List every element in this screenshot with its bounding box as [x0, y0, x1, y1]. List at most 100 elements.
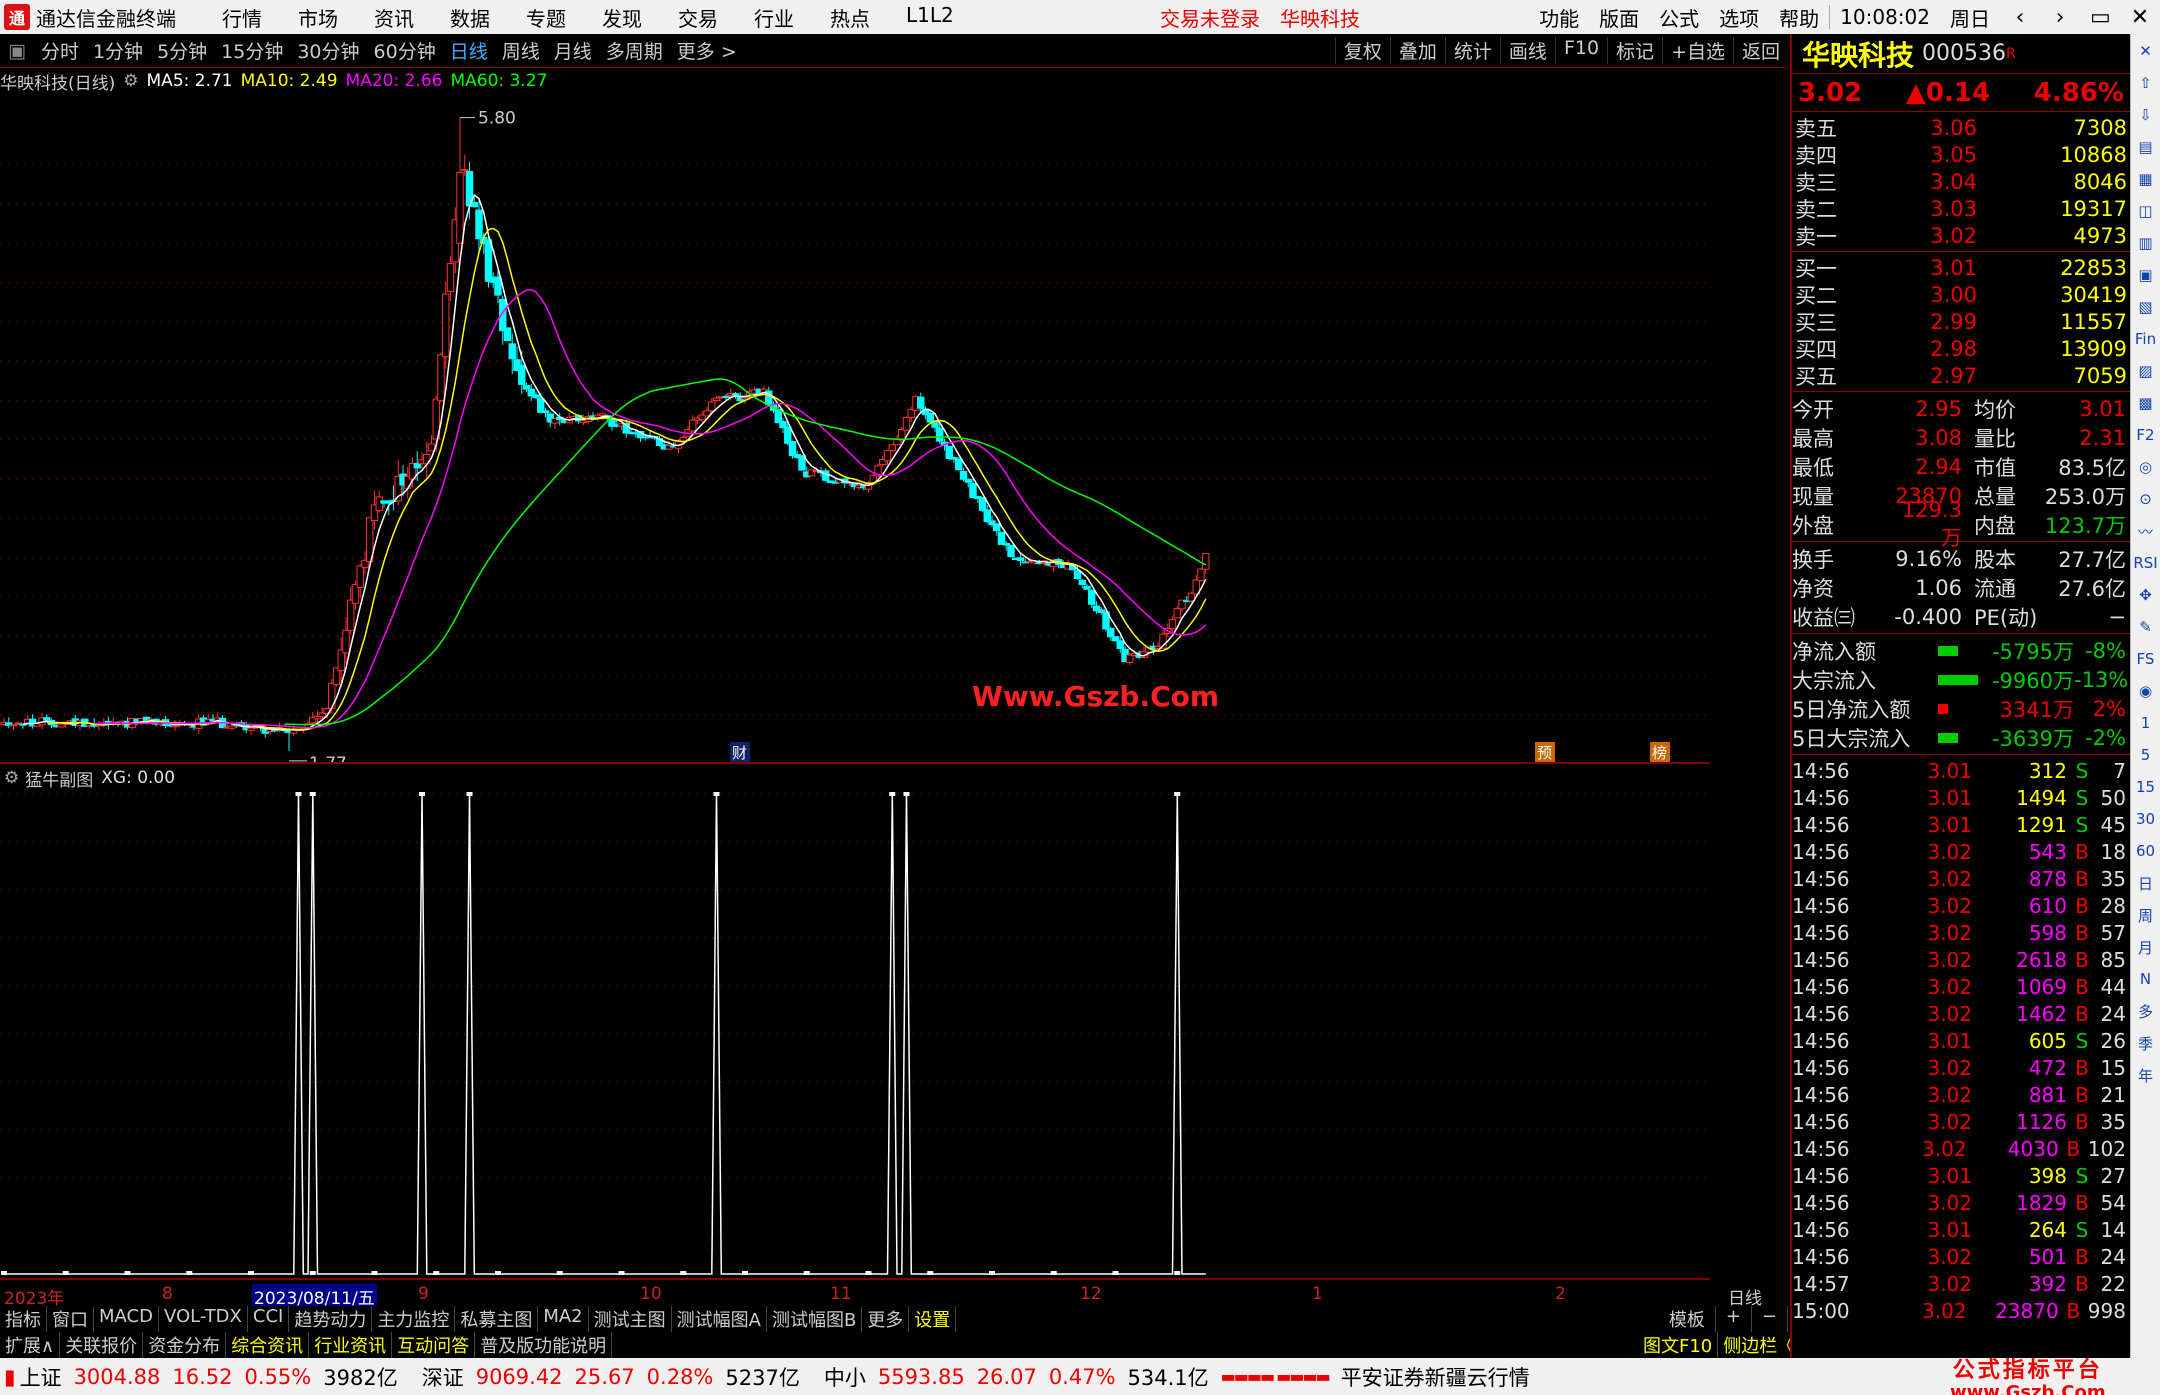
menu-right-item[interactable]: 功能	[1529, 3, 1589, 32]
template-button[interactable]: −	[1752, 1306, 1788, 1332]
menu-item[interactable]: 资讯	[356, 3, 432, 32]
side-tab[interactable]: 侧边栏《	[1718, 1332, 1802, 1358]
extension-tab[interactable]: 综合资讯	[226, 1332, 310, 1358]
indicator-tab[interactable]: MA2	[538, 1306, 589, 1332]
sidebar-tool-icon[interactable]: 季	[2133, 1028, 2159, 1058]
zx-index-label[interactable]: 中小	[824, 1362, 866, 1392]
period-tab[interactable]: 60分钟	[367, 37, 443, 64]
period-tab[interactable]: 分时	[34, 37, 86, 64]
back-icon[interactable]: ‹	[2000, 5, 2040, 30]
indicator-tab[interactable]: 测试幅图B	[767, 1306, 863, 1332]
extension-tab[interactable]: 普及版功能说明	[475, 1332, 613, 1358]
sidebar-tool-icon[interactable]: ▥	[2133, 228, 2159, 258]
period-tab[interactable]: 日线	[443, 37, 495, 64]
toolbar-button[interactable]: 标记	[1607, 37, 1662, 64]
period-tab[interactable]: 5分钟	[150, 37, 214, 64]
toolbar-button[interactable]: 画线	[1499, 37, 1555, 64]
menu-right-item[interactable]: 选项	[1709, 3, 1769, 32]
sidebar-tool-icon[interactable]: 15	[2133, 772, 2159, 802]
indicator-tab[interactable]: 趋势动力	[289, 1306, 373, 1332]
toolbar-button[interactable]: 复权	[1334, 37, 1390, 64]
indicator-tab[interactable]: 测试幅图A	[672, 1306, 767, 1332]
sidebar-tool-icon[interactable]: ◉	[2133, 676, 2159, 706]
sidebar-tool-icon[interactable]: 月	[2133, 932, 2159, 962]
period-tab[interactable]: 周线	[495, 37, 547, 64]
indicator-tab[interactable]: 私募主图	[455, 1306, 539, 1332]
sidebar-tool-icon[interactable]: ✥	[2133, 580, 2159, 610]
indicator-tab[interactable]: 测试主图	[589, 1306, 672, 1332]
side-tab[interactable]: 图文F10	[1638, 1332, 1719, 1358]
login-notice[interactable]: 交易未登录	[1150, 3, 1270, 32]
period-tab[interactable]: 月线	[547, 37, 599, 64]
maximize-icon[interactable]: ▭	[2080, 5, 2120, 30]
sidebar-tool-icon[interactable]: 5	[2133, 740, 2159, 770]
close-icon[interactable]: ✕	[2120, 5, 2160, 30]
extension-tab[interactable]: 行业资讯	[309, 1332, 393, 1358]
indicator-chart[interactable]: 1.000.900.800.700.600.500.400.300.20	[0, 790, 1710, 1280]
indicator-tab[interactable]: CCI	[248, 1306, 290, 1332]
sidebar-tool-icon[interactable]: ▤	[2133, 132, 2159, 162]
menu-item[interactable]: 行情	[204, 3, 280, 32]
forward-icon[interactable]: ›	[2040, 5, 2080, 30]
sidebar-tool-icon[interactable]: ▩	[2133, 388, 2159, 418]
sidebar-tool-icon[interactable]: 周	[2133, 900, 2159, 930]
sidebar-tool-icon[interactable]: 60	[2133, 836, 2159, 866]
sidebar-tool-icon[interactable]: ✎	[2133, 612, 2159, 642]
menu-right-item[interactable]: 版面	[1589, 3, 1649, 32]
period-tab[interactable]: 更多 >	[670, 37, 744, 64]
menu-item[interactable]: 市场	[280, 3, 356, 32]
toolbar-button[interactable]: 返回	[1732, 37, 1788, 64]
toolbar-button[interactable]: 统计	[1444, 37, 1500, 64]
extension-tab[interactable]: 扩展∧	[0, 1332, 61, 1358]
sidebar-tool-icon[interactable]: F2	[2133, 420, 2159, 450]
sidebar-tool-icon[interactable]: 〰	[2133, 516, 2159, 546]
sh-index-label[interactable]: 上证	[20, 1362, 62, 1392]
sidebar-tool-icon[interactable]: ⇩	[2133, 100, 2159, 130]
sidebar-tool-icon[interactable]: ▣	[2133, 260, 2159, 290]
settings-icon[interactable]: ⚙	[4, 768, 19, 788]
toolbar-button[interactable]: 叠加	[1389, 37, 1445, 64]
toolbar-button[interactable]: +自选	[1662, 37, 1733, 64]
menu-item[interactable]: 热点	[812, 3, 888, 32]
indicator-tab[interactable]: 主力监控	[372, 1306, 456, 1332]
indicator-tab[interactable]: VOL-TDX	[159, 1306, 248, 1332]
toolbar-menu-icon[interactable]: ▣	[0, 40, 34, 62]
sidebar-tool-icon[interactable]: ✕	[2133, 36, 2159, 66]
menu-item[interactable]: L1L2	[888, 3, 972, 32]
indicator-tab[interactable]: 设置	[909, 1306, 957, 1332]
template-button[interactable]: +	[1716, 1306, 1752, 1332]
sz-index-label[interactable]: 深证	[422, 1362, 464, 1392]
candlestick-chart[interactable]: 5.505.255.004.754.504.254.003.753.503.25…	[0, 94, 1710, 764]
sidebar-tool-icon[interactable]: ▨	[2133, 356, 2159, 386]
sidebar-tool-icon[interactable]: ◎	[2133, 452, 2159, 482]
sidebar-tool-icon[interactable]: 30	[2133, 804, 2159, 834]
menu-item[interactable]: 发现	[584, 3, 660, 32]
period-tab[interactable]: 多周期	[599, 37, 670, 64]
extension-tab[interactable]: 关联报价	[60, 1332, 144, 1358]
toolbar-button[interactable]: F10	[1554, 37, 1607, 64]
menu-item[interactable]: 数据	[432, 3, 508, 32]
menu-right-item[interactable]: 帮助	[1769, 3, 1829, 32]
menu-item[interactable]: 专题	[508, 3, 584, 32]
sidebar-tool-icon[interactable]: ▦	[2133, 164, 2159, 194]
sidebar-tool-icon[interactable]: 多	[2133, 996, 2159, 1026]
menu-item[interactable]: 行业	[736, 3, 812, 32]
period-tab[interactable]: 1分钟	[86, 37, 150, 64]
sidebar-tool-icon[interactable]: Fin	[2133, 324, 2159, 354]
menu-item[interactable]: 交易	[660, 3, 736, 32]
sidebar-tool-icon[interactable]: 日	[2133, 868, 2159, 898]
extension-tab[interactable]: 互动问答	[392, 1332, 476, 1358]
indicator-tab[interactable]: 窗口	[47, 1306, 94, 1332]
sidebar-tool-icon[interactable]: 年	[2133, 1060, 2159, 1090]
sidebar-tool-icon[interactable]: FS	[2133, 644, 2159, 674]
sidebar-tool-icon[interactable]: ▧	[2133, 292, 2159, 322]
sidebar-tool-icon[interactable]: ◫	[2133, 196, 2159, 226]
extension-tab[interactable]: 资金分布	[143, 1332, 227, 1358]
indicator-tab[interactable]: 指标	[0, 1306, 47, 1332]
sidebar-tool-icon[interactable]: 1	[2133, 708, 2159, 738]
period-tab[interactable]: 30分钟	[290, 37, 366, 64]
sidebar-tool-icon[interactable]: N	[2133, 964, 2159, 994]
period-tab[interactable]: 15分钟	[214, 37, 290, 64]
template-button[interactable]: 模板	[1659, 1306, 1716, 1332]
settings-icon[interactable]: ⚙	[123, 71, 138, 91]
